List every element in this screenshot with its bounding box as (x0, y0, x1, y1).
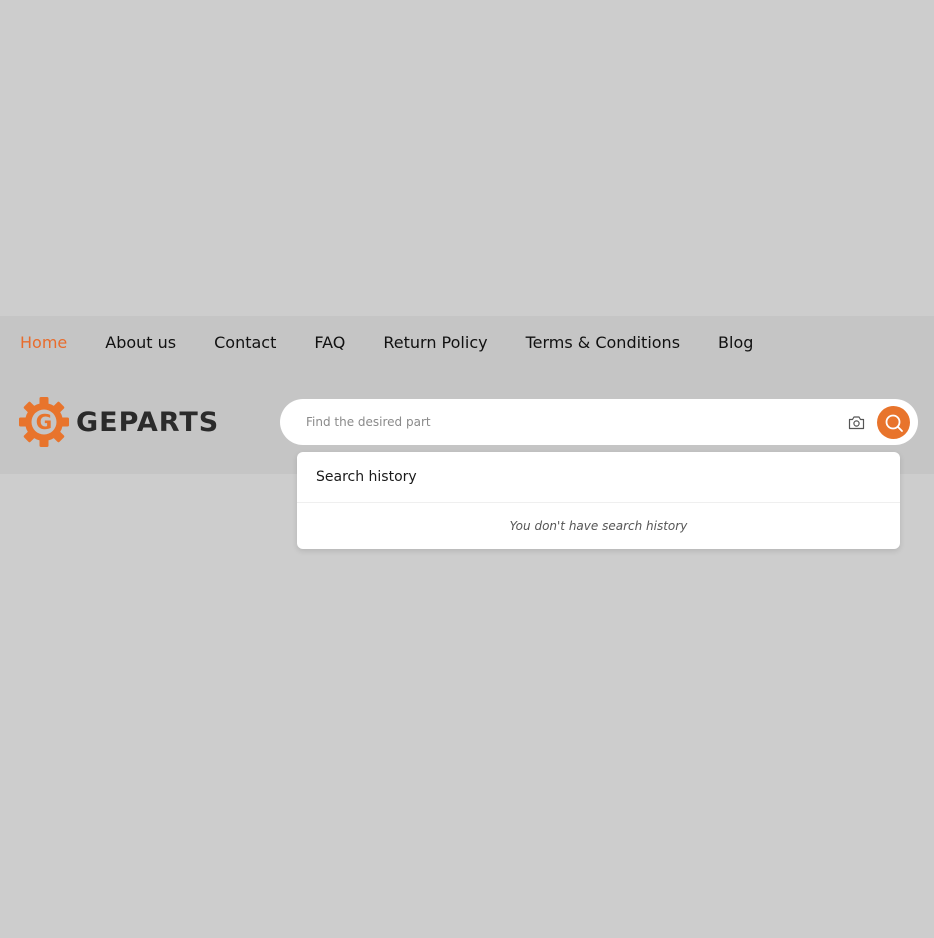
search-history-empty: You don't have search history (509, 519, 688, 533)
logo-text: GEPARTS (76, 406, 220, 438)
search-icon (885, 414, 903, 432)
logo[interactable]: G GEPARTS (19, 396, 219, 448)
search-bar (280, 399, 918, 445)
nav-item-contact[interactable]: Contact (214, 333, 276, 352)
camera-icon (848, 415, 864, 429)
search-input[interactable] (306, 407, 826, 437)
camera-search-button[interactable] (846, 412, 866, 432)
nav-item-terms-conditions[interactable]: Terms & Conditions (526, 333, 680, 352)
nav-item-home[interactable]: Home (20, 333, 67, 352)
nav-item-return-policy[interactable]: Return Policy (383, 333, 487, 352)
search-history-title: Search history (297, 452, 900, 503)
main-nav: Home About us Contact FAQ Return Policy … (20, 328, 791, 356)
logo-letter: G (36, 410, 52, 434)
gear-icon: G (19, 397, 69, 447)
search-button[interactable] (877, 406, 910, 439)
nav-item-about-us[interactable]: About us (105, 333, 176, 352)
page: Home About us Contact FAQ Return Policy … (0, 0, 934, 938)
search-history-dropdown: Search history You don't have search his… (297, 452, 900, 549)
nav-item-blog[interactable]: Blog (718, 333, 753, 352)
nav-item-faq[interactable]: FAQ (314, 333, 345, 352)
